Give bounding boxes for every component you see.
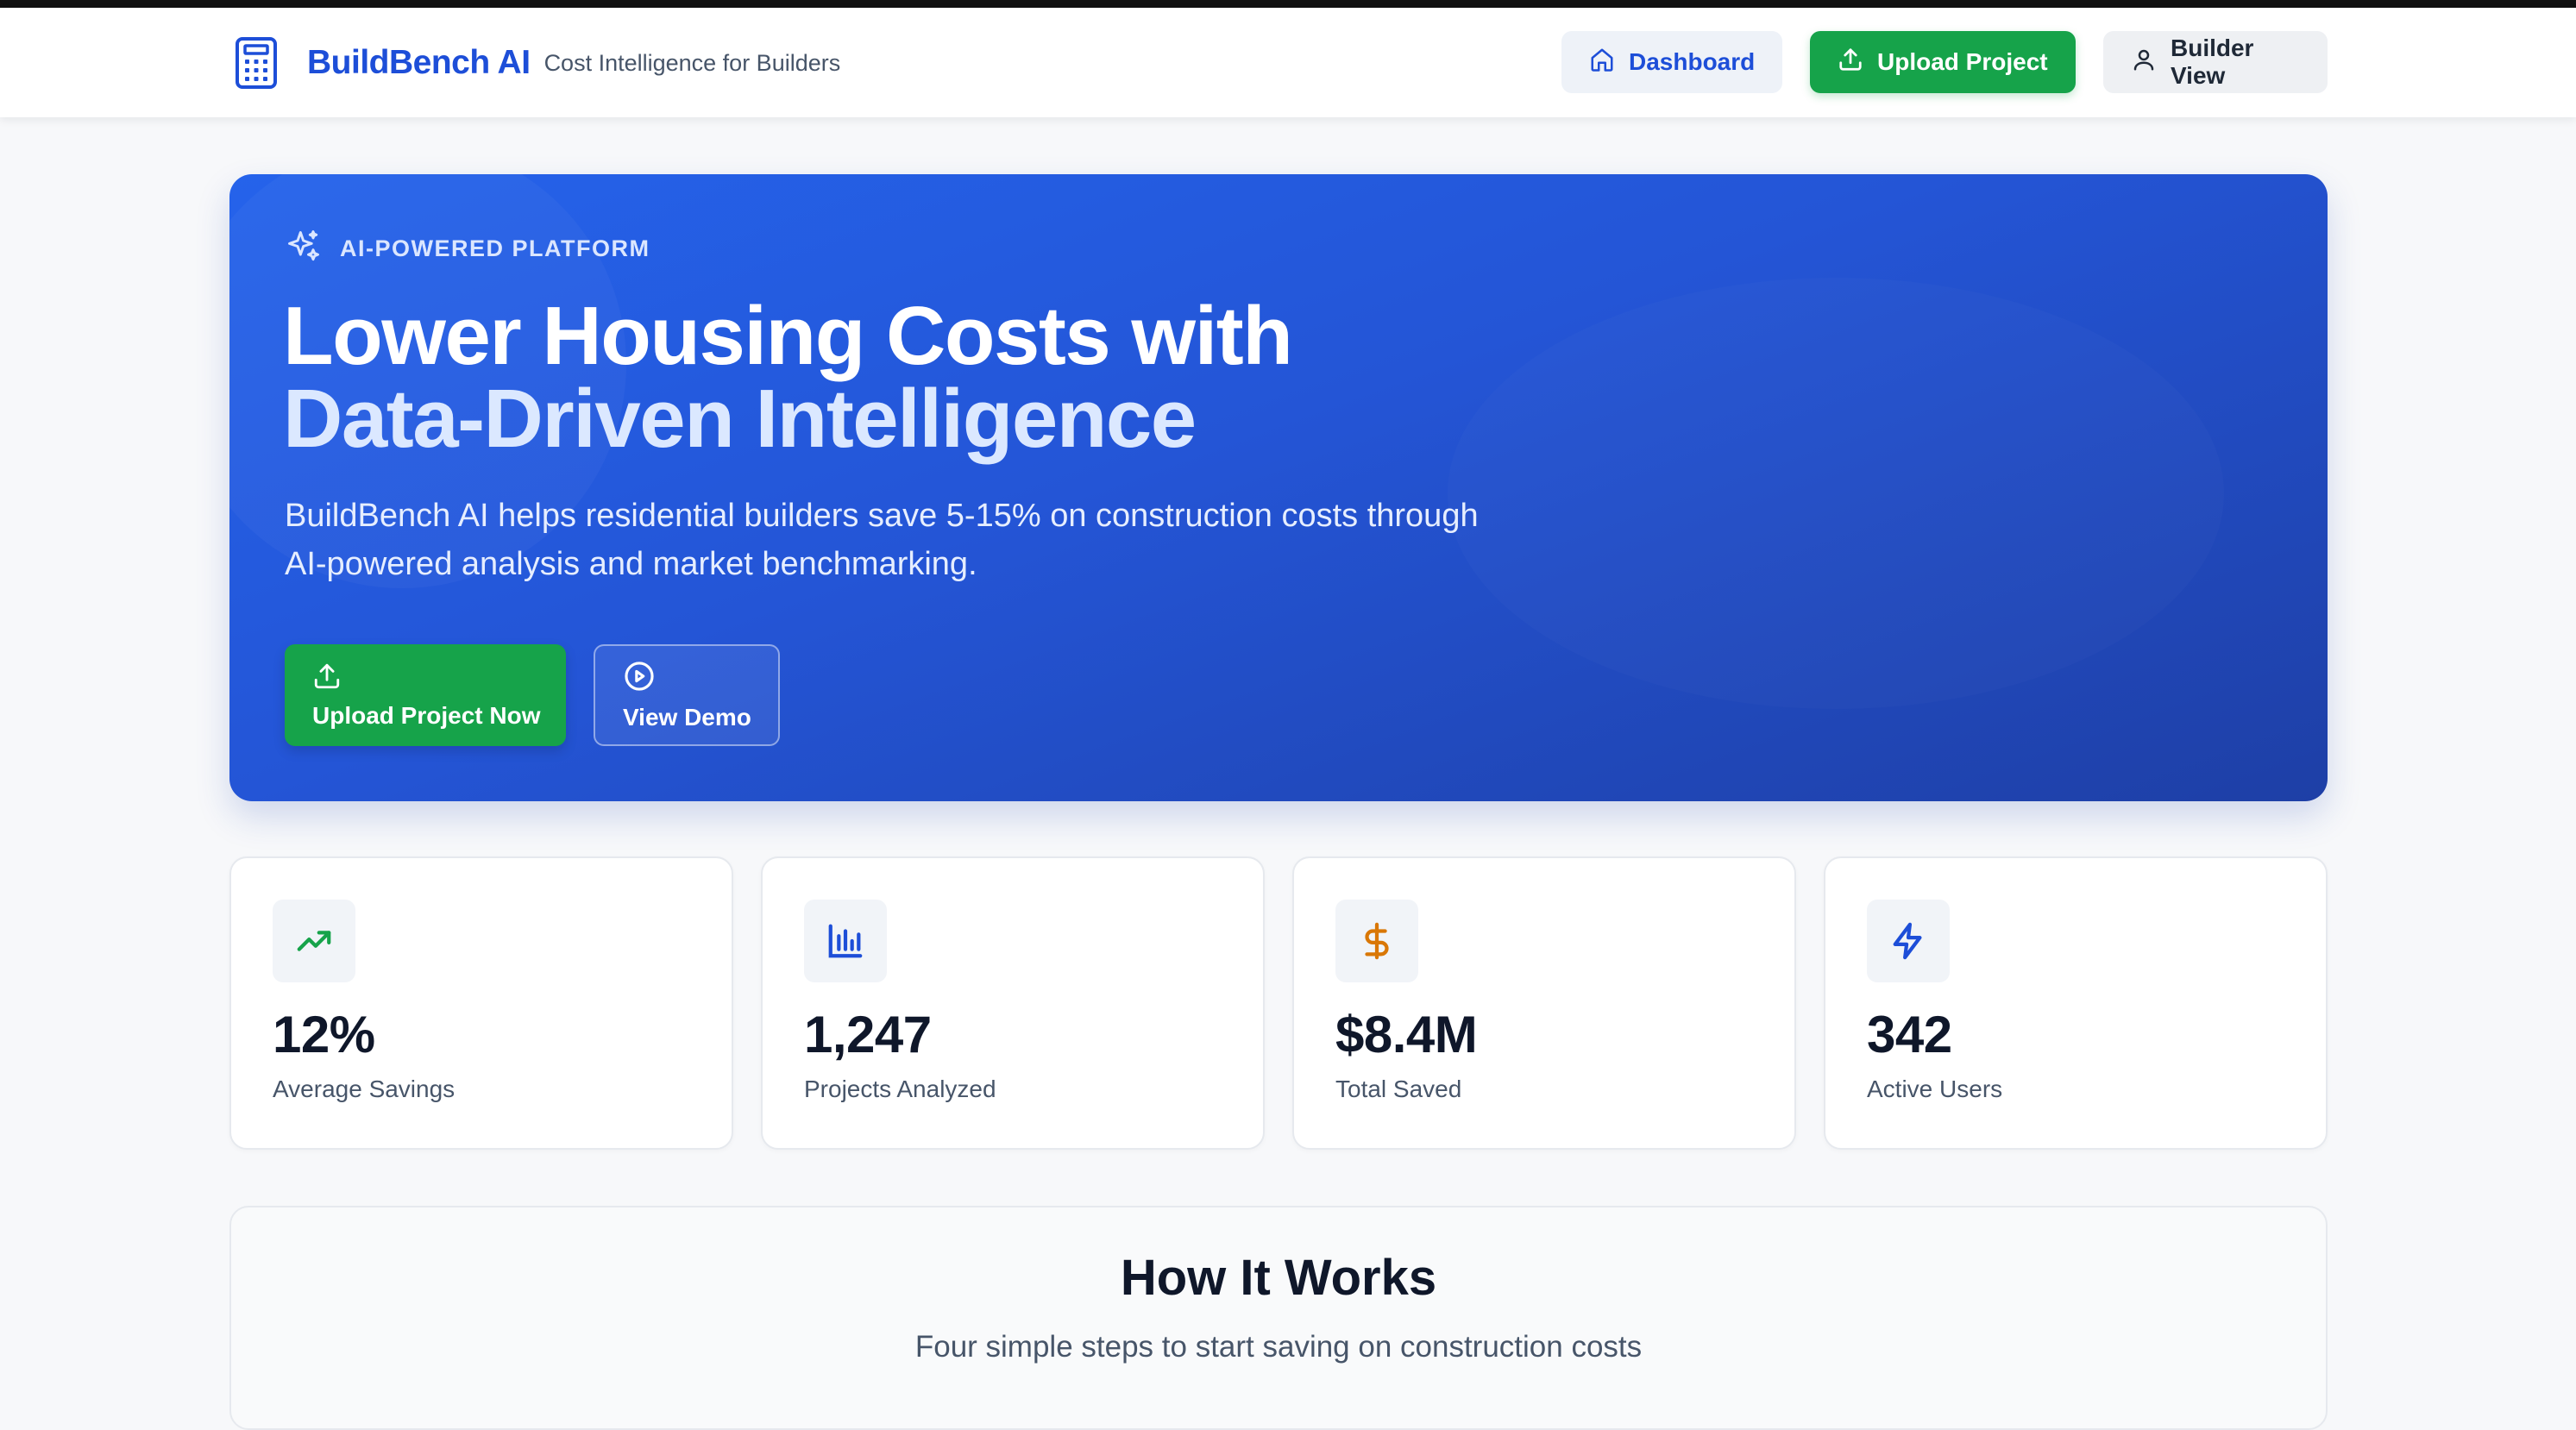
home-icon (1589, 47, 1615, 78)
builder-view-label: Builder View (2171, 34, 2254, 89)
user-icon (2131, 47, 2157, 78)
lightning-icon (1867, 900, 1950, 982)
dollar-icon (1335, 900, 1418, 982)
badge-label: AI-POWERED PLATFORM (340, 235, 650, 261)
section-subtitle: Four simple steps to start saving on con… (914, 1330, 1643, 1364)
trending-up-icon (273, 900, 355, 982)
calculator-icon (235, 35, 281, 91)
platform-badge: AI-POWERED PLATFORM (285, 228, 650, 270)
hero-title-line1: Lower Housing Costs with (283, 290, 1293, 382)
sparkles-icon (285, 228, 323, 270)
hero-title: Lower Housing Costs with Data-Driven Int… (283, 295, 1577, 461)
stat-value: $8.4M (1335, 1006, 1478, 1063)
play-circle-icon (623, 660, 778, 697)
upload-project-now-label: Upload Project Now (312, 701, 541, 729)
stat-value: 12% (273, 1006, 375, 1063)
window-top-border (0, 0, 2576, 8)
builder-view-button[interactable]: Builder View (2103, 31, 2328, 93)
brand-name: BuildBench AI (307, 44, 531, 81)
upload-project-button[interactable]: Upload Project (1810, 31, 2076, 93)
app-header: BuildBench AI Cost Intelligence for Buil… (0, 8, 2576, 117)
stat-card-savings: 12% Average Savings (229, 856, 733, 1150)
stat-label: Projects Analyzed (804, 1076, 996, 1102)
brand-tagline: Cost Intelligence for Builders (543, 49, 841, 76)
hero-banner: AI-POWERED PLATFORM Lower Housing Costs … (229, 174, 2328, 801)
stat-card-projects: 1,247 Projects Analyzed (761, 856, 1265, 1150)
dashboard-button[interactable]: Dashboard (1561, 31, 1782, 93)
stat-card-total-saved: $8.4M Total Saved (1292, 856, 1796, 1150)
stat-label: Total Saved (1335, 1076, 1462, 1102)
stat-card-active-users: 342 Active Users (1824, 856, 2328, 1150)
view-demo-button[interactable]: View Demo (594, 644, 780, 746)
stat-value: 342 (1867, 1006, 1952, 1063)
top-nav: Dashboard Upload Project Builder View (1561, 31, 2328, 93)
bar-chart-icon (804, 900, 887, 982)
stat-value: 1,247 (804, 1006, 932, 1063)
stat-label: Active Users (1867, 1076, 2003, 1102)
upload-project-now-button[interactable]: Upload Project Now (285, 644, 566, 746)
view-demo-label: View Demo (623, 703, 751, 731)
upload-icon (312, 662, 566, 695)
how-it-works-section: How It Works Four simple steps to start … (229, 1206, 2328, 1430)
hero-subtitle: BuildBench AI helps residential builders… (285, 498, 1479, 582)
upload-project-label: Upload Project (1877, 48, 2048, 75)
hero-title-line2: Data-Driven Intelligence (283, 373, 1197, 465)
upload-icon (1838, 47, 1863, 78)
section-title: How It Works (1120, 1250, 1437, 1306)
stat-label: Average Savings (273, 1076, 456, 1102)
brand[interactable]: BuildBench AI Cost Intelligence for Buil… (235, 35, 840, 91)
dashboard-label: Dashboard (1629, 48, 1756, 75)
